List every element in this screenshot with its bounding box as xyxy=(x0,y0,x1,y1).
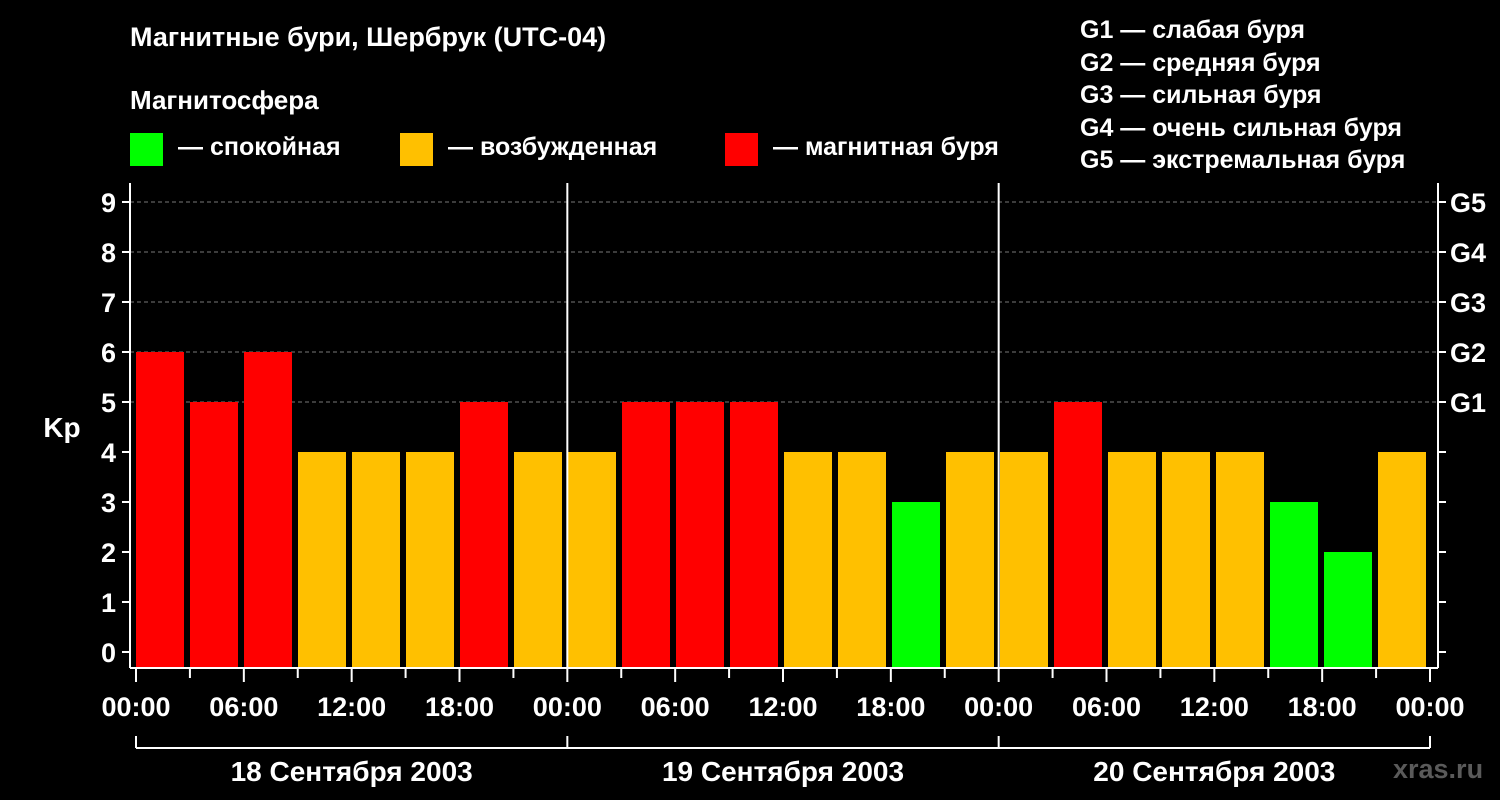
chart-title: Магнитные бури, Шербрук (UTC-04) xyxy=(130,22,607,52)
legend-swatch-quiet xyxy=(130,133,163,166)
y-tick-label: 0 xyxy=(101,638,116,668)
legend-label-quiet: — спокойная xyxy=(178,133,341,161)
x-tick-label: 18:00 xyxy=(856,692,925,722)
kp-bar xyxy=(838,452,886,668)
y-axis-label: Kp xyxy=(43,412,80,443)
y-tick-label: 7 xyxy=(101,288,116,318)
day-label: 19 Сентября 2003 xyxy=(662,756,904,787)
kp-bar xyxy=(514,452,562,668)
day-label: 18 Сентября 2003 xyxy=(231,756,473,787)
x-tick-label: 18:00 xyxy=(1288,692,1357,722)
kp-bar xyxy=(190,402,238,668)
g-scale-item-g4: G4 — очень сильная буря xyxy=(1080,113,1402,142)
legend-swatch-active xyxy=(400,133,433,166)
x-tick-label: 12:00 xyxy=(317,692,386,722)
kp-bar xyxy=(1000,452,1048,668)
kp-bar xyxy=(784,452,832,668)
kp-bar xyxy=(1378,452,1426,668)
y-tick-label: 4 xyxy=(101,438,116,468)
kp-bar xyxy=(136,352,184,668)
y-tick-label: 3 xyxy=(101,488,116,518)
kp-bar xyxy=(946,452,994,668)
g-scale-item-g2: G2 — средняя буря xyxy=(1080,48,1321,77)
kp-bar xyxy=(1270,502,1318,668)
x-tick-label: 06:00 xyxy=(1072,692,1141,722)
kp-bar xyxy=(406,452,454,668)
kp-bar xyxy=(568,452,616,668)
kp-bar xyxy=(730,402,778,668)
y-tick-label: 5 xyxy=(101,388,116,418)
x-tick-label: 06:00 xyxy=(641,692,710,722)
y-tick-label: 1 xyxy=(101,588,116,618)
kp-bar xyxy=(1216,452,1264,668)
kp-bar xyxy=(460,402,508,668)
kp-bar xyxy=(1162,452,1210,668)
x-tick-label: 12:00 xyxy=(748,692,817,722)
g-level-label: G3 xyxy=(1450,288,1486,318)
day-label: 20 Сентября 2003 xyxy=(1093,756,1335,787)
kp-bar xyxy=(892,502,940,668)
x-tick-label: 00:00 xyxy=(964,692,1033,722)
legend-label-storm: — магнитная буря xyxy=(773,133,999,161)
kp-bar xyxy=(1108,452,1156,668)
x-tick-label: 00:00 xyxy=(101,692,170,722)
g-scale-item-g1: G1 — слабая буря xyxy=(1080,16,1306,44)
x-tick-label: 00:00 xyxy=(533,692,602,722)
kp-bar xyxy=(244,352,292,668)
legend-label-active: — возбужденная xyxy=(448,133,658,161)
g-level-label: G1 xyxy=(1450,388,1486,418)
watermark: xras.ru xyxy=(1393,754,1484,784)
kp-bar xyxy=(676,402,724,668)
kp-bar xyxy=(622,402,670,668)
magnetosphere-label: Магнитосфера xyxy=(130,85,319,115)
x-tick-label: 00:00 xyxy=(1395,692,1464,722)
g-scale-item-g3: G3 — сильная буря xyxy=(1080,81,1322,109)
x-tick-label: 12:00 xyxy=(1180,692,1249,722)
x-tick-label: 18:00 xyxy=(425,692,494,722)
g-level-label: G4 xyxy=(1450,238,1486,268)
x-tick-label: 06:00 xyxy=(209,692,278,722)
legend-swatch-storm xyxy=(725,133,758,166)
g-scale-item-g5: G5 — экстремальная буря xyxy=(1080,146,1406,174)
y-tick-label: 2 xyxy=(101,538,116,568)
g-scale-legend: G1 — слабая буря G2 — средняя буря G3 — … xyxy=(1080,14,1405,177)
y-tick-label: 6 xyxy=(101,338,116,368)
kp-bar xyxy=(1324,552,1372,668)
kp-bar xyxy=(352,452,400,668)
kp-bar xyxy=(298,452,346,668)
y-tick-label: 9 xyxy=(101,188,116,218)
g-level-label: G5 xyxy=(1450,188,1486,218)
g-level-label: G2 xyxy=(1450,338,1486,368)
kp-bar xyxy=(1054,402,1102,668)
y-tick-label: 8 xyxy=(101,238,116,268)
